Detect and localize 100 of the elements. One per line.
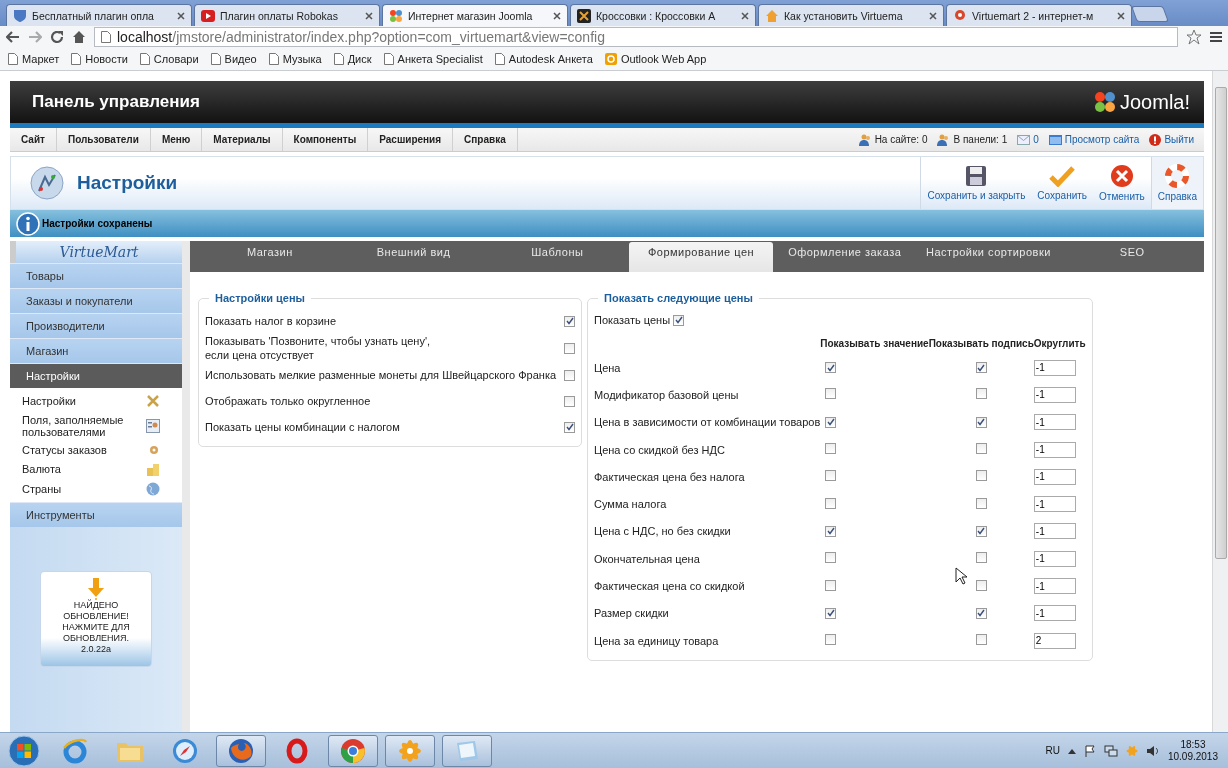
checkbox[interactable] <box>825 525 837 537</box>
checkbox[interactable] <box>975 416 987 428</box>
toolbar-button[interactable]: Отменить <box>1093 157 1151 209</box>
checkbox[interactable] <box>673 314 685 326</box>
browser-tab[interactable]: Бесплатный плагин опла <box>6 4 192 26</box>
checkbox[interactable] <box>975 388 987 400</box>
checkbox[interactable] <box>975 634 987 646</box>
bookmark-link[interactable]: Autodesk Анкета <box>494 53 593 65</box>
input-field[interactable]: -1 <box>1033 468 1076 485</box>
input-field[interactable]: -1 <box>1033 359 1076 376</box>
caret-icon[interactable] <box>1067 747 1076 754</box>
sidebar-item[interactable]: Заказы и покупатели <box>10 288 182 313</box>
sidebar-item[interactable]: Настройки <box>10 363 182 388</box>
browser-tab[interactable]: Virtuemart 2 - интернет-м <box>946 4 1132 26</box>
checkbox[interactable] <box>975 607 987 619</box>
bookmark-link[interactable]: Маркет <box>8 53 60 65</box>
new-tab-button[interactable] <box>1131 6 1169 22</box>
settings-tab[interactable]: Магазин <box>198 244 342 272</box>
checkbox[interactable] <box>975 525 987 537</box>
status-link[interactable]: Выйти <box>1164 134 1194 145</box>
bookmark-link[interactable]: Outlook Web App <box>604 53 707 65</box>
menu-icon[interactable] <box>1210 31 1222 43</box>
checkbox[interactable] <box>825 634 837 646</box>
bookmark-link[interactable]: Словари <box>139 53 199 65</box>
address-field[interactable]: localhost/jmstore/administrator/index.php?option=com_virtuemart&view=config <box>94 27 1178 47</box>
input-field[interactable]: 2 <box>1033 632 1076 649</box>
checkbox[interactable] <box>825 388 837 400</box>
checkbox[interactable] <box>564 395 575 407</box>
checkbox[interactable] <box>564 315 575 327</box>
checkbox[interactable] <box>975 497 987 509</box>
scrollbar[interactable] <box>1212 71 1228 732</box>
toolbar-button[interactable]: Справка <box>1150 157 1203 209</box>
checkbox[interactable] <box>564 342 575 354</box>
checkbox[interactable] <box>825 607 837 619</box>
close-icon[interactable] <box>1117 11 1125 20</box>
menu-item[interactable]: Компоненты <box>282 128 369 151</box>
input-field[interactable]: -1 <box>1033 578 1076 594</box>
checkbox[interactable] <box>564 369 575 381</box>
back-icon[interactable] <box>6 31 20 43</box>
toolbar-button[interactable]: Сохранить и закрыть <box>921 157 1032 209</box>
checkbox[interactable] <box>825 497 837 509</box>
close-icon[interactable] <box>741 11 749 20</box>
input-field[interactable]: -1 <box>1033 441 1076 458</box>
close-icon[interactable] <box>929 11 937 20</box>
forward-icon[interactable] <box>28 31 42 43</box>
status-link[interactable]: Просмотр сайта <box>1064 134 1140 145</box>
sidebar-item[interactable]: Производители <box>10 313 182 338</box>
taskbar-button[interactable] <box>216 734 266 767</box>
input-field[interactable]: -1 <box>1033 523 1076 540</box>
menu-item[interactable]: Сайт <box>10 128 57 151</box>
close-icon[interactable] <box>553 11 561 20</box>
checkbox[interactable] <box>825 362 837 374</box>
sidebar-link[interactable]: Настройки <box>22 394 182 408</box>
taskbar-button[interactable] <box>442 734 492 767</box>
input-field[interactable]: -1 <box>1033 414 1076 431</box>
speaker-icon[interactable] <box>1145 744 1160 757</box>
reload-icon[interactable] <box>50 30 64 44</box>
browser-tab[interactable]: Интернет магазин Joomla <box>382 4 568 26</box>
settings-tab[interactable]: SEO <box>1060 244 1205 272</box>
language-indicator[interactable]: RU <box>1045 745 1060 756</box>
menu-item[interactable]: Пользователи <box>56 128 151 151</box>
checkbox[interactable] <box>825 552 837 564</box>
sidebar-item[interactable]: Инструменты <box>10 502 182 527</box>
sidebar-item[interactable]: Магазин <box>10 338 182 363</box>
update-notice[interactable]: НАЙДЕНО ОБНОВЛЕНИЕ! НАЖМИТЕ ДЛЯ ОБНОВЛЕНИЯ. 2.0.22a <box>40 571 152 667</box>
browser-tab[interactable]: Кроссовки : Кроссовки А <box>570 4 756 26</box>
settings-tab[interactable]: Внешний вид <box>341 244 486 272</box>
settings-tab[interactable]: Шаблоны <box>485 244 630 272</box>
checkbox[interactable] <box>825 416 837 428</box>
bookmark-link[interactable]: Новости <box>71 53 128 65</box>
input-field[interactable]: -1 <box>1033 496 1076 513</box>
checkbox[interactable] <box>975 470 987 482</box>
menu-item[interactable]: Справка <box>453 128 518 151</box>
checkbox[interactable] <box>975 579 987 591</box>
sidebar-link[interactable]: Страны <box>22 482 182 496</box>
bookmark-link[interactable]: Видео <box>210 53 257 65</box>
network-icon[interactable] <box>1103 744 1118 757</box>
sidebar-link[interactable]: Статусы заказов <box>22 444 182 456</box>
status-link[interactable]: 0 <box>1033 134 1039 145</box>
settings-tab[interactable]: Оформление заказа <box>772 244 917 272</box>
bookmark-link[interactable]: Музыка <box>268 53 322 65</box>
menu-item[interactable]: Материалы <box>202 128 283 151</box>
home-icon[interactable] <box>72 30 86 44</box>
close-icon[interactable] <box>365 11 373 20</box>
star-icon[interactable] <box>1186 29 1202 45</box>
browser-tab[interactable]: Плагин оплаты Robokas <box>194 4 380 26</box>
input-field[interactable]: -1 <box>1033 550 1076 567</box>
checkbox[interactable] <box>564 421 575 433</box>
checkbox[interactable] <box>825 579 837 591</box>
input-field[interactable]: -1 <box>1033 605 1076 622</box>
sidebar-link[interactable]: Поля, заполняемые пользователями <box>22 414 182 438</box>
checkbox[interactable] <box>975 362 987 374</box>
checkbox[interactable] <box>975 552 987 564</box>
flag-icon[interactable] <box>1083 744 1096 757</box>
close-icon[interactable] <box>177 11 185 20</box>
menu-item[interactable]: Расширения <box>368 128 454 151</box>
bookmark-link[interactable]: Диск <box>333 53 372 65</box>
sidebar-link[interactable]: Валюта <box>22 462 182 476</box>
checkbox[interactable] <box>975 443 987 455</box>
menu-item[interactable]: Меню <box>150 128 203 151</box>
